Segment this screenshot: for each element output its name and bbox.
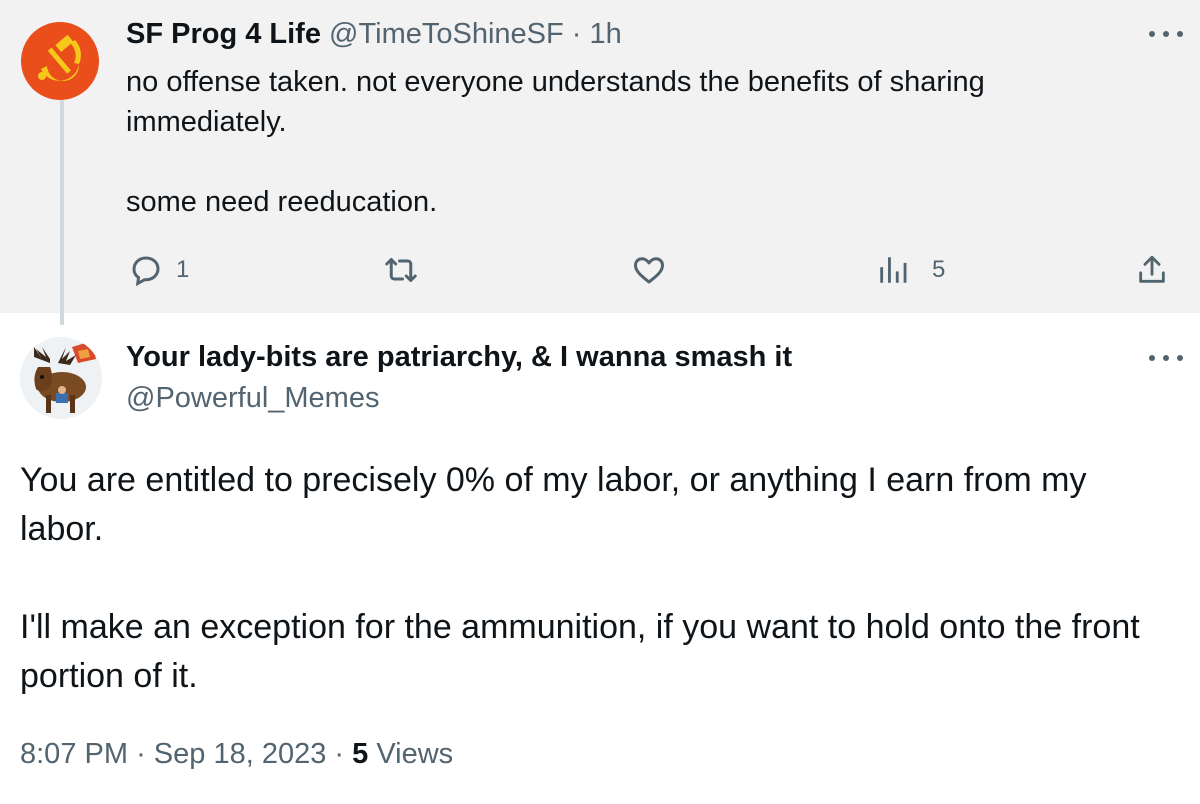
- reply-button[interactable]: 1: [128, 250, 189, 290]
- share-icon: [1135, 252, 1169, 288]
- main-tweet-text: You are entitled to precisely 0% of my l…: [20, 456, 1170, 701]
- tweet-paragraph: I'll make an exception for the ammunitio…: [20, 608, 1140, 695]
- reply-handle[interactable]: @TimeToShineSF: [329, 18, 564, 50]
- tweet-meta-footer: 8:07 PM · Sep 18, 2023 · 5 Views: [20, 734, 453, 774]
- reply-action-bar: 1 5: [0, 250, 1200, 290]
- reply-text-line: no offense taken. not everyone understan…: [126, 66, 985, 138]
- reply-text-line: some need reeducation.: [126, 186, 438, 218]
- reply-header: SF Prog 4 Life @TimeToShineSF · 1h: [126, 16, 622, 52]
- hammer-and-sickle-icon[interactable]: [21, 22, 99, 100]
- reply-count: 1: [176, 256, 190, 283]
- comment-icon: [128, 252, 164, 288]
- retweet-button[interactable]: [382, 250, 420, 290]
- thread-connector-line: [60, 100, 64, 325]
- tweet-time[interactable]: 8:07 PM: [20, 738, 128, 770]
- views-button[interactable]: 5: [876, 250, 945, 290]
- separator-dot: ·: [334, 738, 345, 770]
- analytics-bar-icon: [876, 252, 910, 288]
- heart-icon: [630, 252, 668, 288]
- moose-avatar-icon[interactable]: [20, 337, 102, 419]
- more-options-icon[interactable]: [1147, 352, 1187, 364]
- retweet-icon: [382, 252, 420, 288]
- reply-tweet[interactable]: SF Prog 4 Life @TimeToShineSF · 1h no of…: [0, 0, 1200, 313]
- views-count: 5: [352, 738, 369, 770]
- tweet-paragraph: You are entitled to precisely 0% of my l…: [20, 461, 1087, 548]
- main-handle[interactable]: @Powerful_Memes: [126, 379, 379, 417]
- separator-dot: ·: [571, 18, 582, 50]
- tweet-thread: SF Prog 4 Life @TimeToShineSF · 1h no of…: [0, 0, 1200, 804]
- reply-timestamp[interactable]: 1h: [590, 18, 622, 50]
- reply-text: no offense taken. not everyone understan…: [126, 62, 1126, 222]
- view-count: 5: [932, 256, 946, 283]
- main-display-name[interactable]: Your lady-bits are patriarchy, & I wanna…: [126, 338, 792, 376]
- tweet-date[interactable]: Sep 18, 2023: [154, 738, 327, 770]
- like-button[interactable]: [630, 250, 668, 290]
- share-button[interactable]: [1135, 250, 1169, 290]
- more-options-icon[interactable]: [1147, 28, 1187, 40]
- views-label: Views: [376, 738, 454, 770]
- separator-dot: ·: [136, 738, 146, 770]
- reply-display-name[interactable]: SF Prog 4 Life: [126, 18, 321, 50]
